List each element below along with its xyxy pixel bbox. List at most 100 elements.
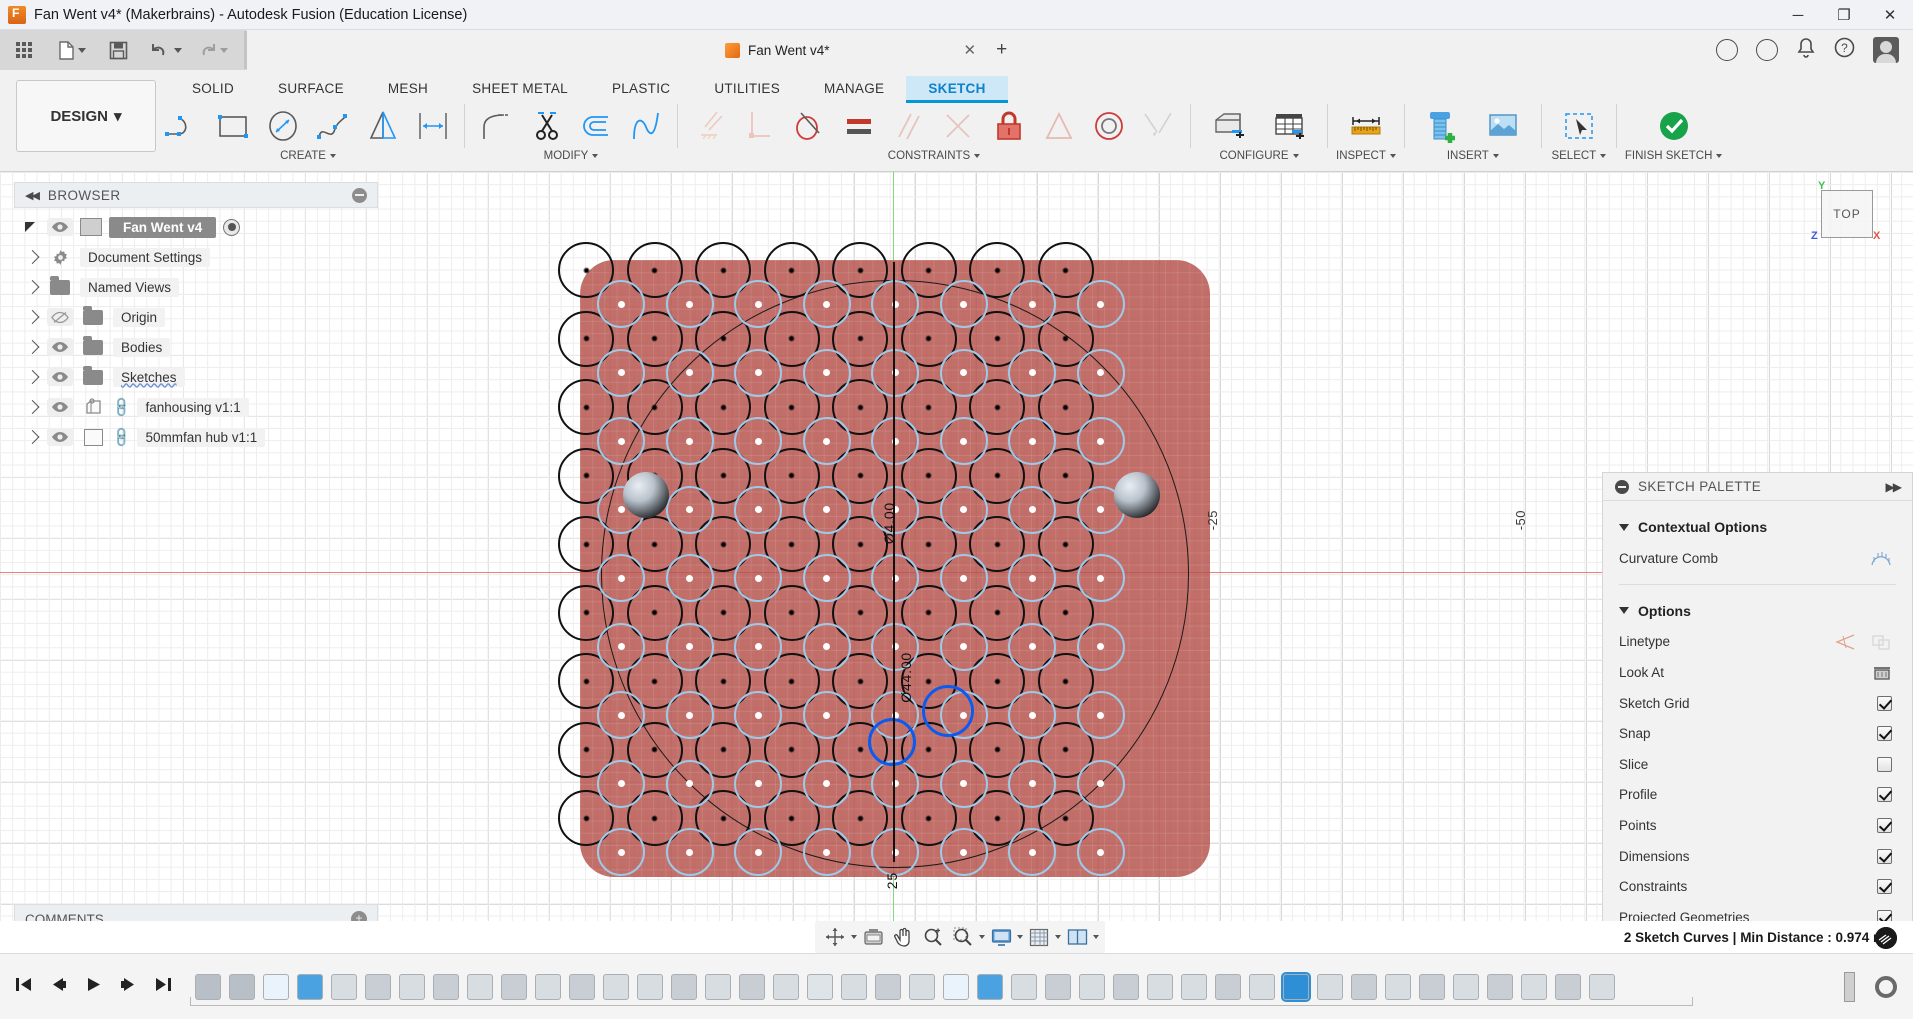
hole-circle-projected[interactable] (940, 828, 988, 876)
browser-item-bodies[interactable]: Bodies (14, 332, 378, 362)
move-feature-icon[interactable] (365, 974, 391, 1000)
move-feature-icon[interactable] (1045, 974, 1071, 1000)
spline-icon[interactable] (310, 102, 356, 150)
mirror-icon[interactable] (360, 102, 406, 150)
triangle-collapsed-icon[interactable] (25, 400, 39, 414)
hole-circle-projected[interactable] (734, 486, 782, 534)
sketch-active-feature-icon[interactable] (1283, 974, 1309, 1000)
hole-circle-projected[interactable] (803, 554, 851, 602)
hole-circle-projected[interactable] (803, 486, 851, 534)
close-button[interactable]: ✕ (1867, 0, 1913, 30)
collapse-left-icon[interactable]: ◀◀ (25, 189, 38, 202)
joint-feature-icon[interactable] (1385, 974, 1411, 1000)
points-checkbox[interactable] (1877, 818, 1892, 833)
tab-plastic[interactable]: PLASTIC (590, 76, 692, 100)
palette-row-profile[interactable]: Profile (1603, 780, 1912, 811)
joint-feature-icon[interactable] (1147, 974, 1173, 1000)
account-avatar[interactable] (1873, 37, 1899, 63)
fillet-icon[interactable] (473, 102, 519, 150)
perpendicular-icon[interactable] (736, 102, 782, 150)
palette-row-snap[interactable]: Snap (1603, 718, 1912, 749)
palette-row-constraints[interactable]: Constraints (1603, 871, 1912, 902)
active-component-radio-icon[interactable] (223, 219, 240, 236)
hole-circle-projected[interactable] (803, 623, 851, 671)
corner-boss-top-left[interactable] (623, 472, 669, 518)
viewports-caret-icon[interactable] (1093, 935, 1099, 939)
jump-start-icon[interactable] (14, 976, 33, 998)
dimensions-checkbox[interactable] (1877, 849, 1892, 864)
redo-caret-icon[interactable] (220, 48, 228, 53)
linetype-construction-icon[interactable] (1870, 633, 1892, 651)
extensions-icon[interactable] (1716, 39, 1738, 61)
display-mode-icon[interactable] (987, 924, 1015, 950)
hole-circle-projected[interactable] (1077, 349, 1125, 397)
hole-circle-projected[interactable] (1008, 349, 1056, 397)
offset-icon[interactable] (573, 102, 619, 150)
hole-circle-projected[interactable] (1008, 623, 1056, 671)
sketch-feature-icon[interactable] (263, 974, 289, 1000)
constraints-checkbox[interactable] (1877, 879, 1892, 894)
grid-snaps-caret-icon[interactable] (1055, 935, 1061, 939)
link-feature-icon[interactable] (195, 974, 221, 1000)
contextual-options-header[interactable]: Contextual Options (1603, 511, 1912, 543)
joint-feature-icon[interactable] (331, 974, 357, 1000)
hole-circle-projected[interactable] (940, 349, 988, 397)
hole-circle-projected[interactable] (666, 760, 714, 808)
hole-circle-projected[interactable] (1077, 691, 1125, 739)
finish-sketch-group-label[interactable]: FINISH SKETCH (1625, 150, 1723, 162)
move-feature-icon[interactable] (1113, 974, 1139, 1000)
play-icon[interactable] (84, 976, 103, 998)
link-feature-icon[interactable] (229, 974, 255, 1000)
joint-feature-icon[interactable] (1453, 974, 1479, 1000)
hole-circle-projected[interactable] (1008, 691, 1056, 739)
tab-mesh[interactable]: MESH (366, 76, 450, 100)
pattern-feature-icon[interactable] (807, 974, 833, 1000)
hole-circle-projected[interactable] (871, 828, 919, 876)
browser-root-label[interactable]: Fan Went v4 (109, 217, 216, 238)
browser-item-sketches[interactable]: Sketches (14, 362, 378, 392)
tab-utilities[interactable]: UTILITIES (692, 76, 802, 100)
select-group-label[interactable]: SELECT (1551, 150, 1606, 162)
move-feature-icon[interactable] (1555, 974, 1581, 1000)
hole-circle-projected[interactable] (734, 828, 782, 876)
hole-circle-projected[interactable] (734, 623, 782, 671)
look-at-icon[interactable] (1872, 663, 1892, 681)
document-tab[interactable]: Fan Went v4* (709, 30, 844, 70)
zoom-icon[interactable] (919, 924, 947, 950)
hole-circle-projected[interactable] (871, 760, 919, 808)
tab-solid[interactable]: SOLID (170, 76, 256, 100)
curve-icon[interactable] (623, 102, 669, 150)
hole-circle-projected[interactable] (734, 760, 782, 808)
configure-group-label[interactable]: CONFIGURE (1220, 150, 1299, 162)
constraints-group-label[interactable]: CONSTRAINTS (888, 150, 980, 162)
joint-feature-icon[interactable] (1317, 974, 1343, 1000)
browser-item-fanhousing[interactable]: 🔗 fanhousing v1:1 (14, 392, 378, 422)
hole-circle-projected[interactable] (666, 691, 714, 739)
move-feature-icon[interactable] (1419, 974, 1445, 1000)
hole-circle-projected[interactable] (734, 691, 782, 739)
sketch-grid-checkbox[interactable] (1877, 696, 1892, 711)
hole-circle-projected[interactable] (1077, 554, 1125, 602)
joint-feature-icon[interactable] (909, 974, 935, 1000)
curvature-comb-icon[interactable] (1870, 549, 1892, 567)
configure-body-icon[interactable] (1199, 102, 1257, 150)
tab-manage[interactable]: MANAGE (802, 76, 906, 100)
hole-circle-projected[interactable] (734, 280, 782, 328)
view-cube-top-face[interactable]: TOP (1821, 190, 1873, 238)
palette-row-linetype[interactable]: Linetype (1603, 627, 1912, 658)
hole-circle-projected[interactable] (666, 828, 714, 876)
move-feature-icon[interactable] (875, 974, 901, 1000)
joint-feature-icon[interactable] (1589, 974, 1615, 1000)
move-feature-icon[interactable] (671, 974, 697, 1000)
display-settings-icon[interactable] (859, 924, 887, 950)
status-mesh-icon[interactable] (1875, 927, 1897, 949)
tab-surface[interactable]: SURFACE (256, 76, 366, 100)
hole-circle-projected[interactable] (871, 417, 919, 465)
line-icon[interactable] (160, 102, 206, 150)
rectangle-icon[interactable] (210, 102, 256, 150)
hole-circle-projected[interactable] (666, 554, 714, 602)
joint-feature-icon[interactable] (841, 974, 867, 1000)
coincident-icon[interactable] (936, 102, 982, 150)
minimize-button[interactable]: ─ (1775, 0, 1821, 30)
maximize-button[interactable]: ❐ (1821, 0, 1867, 30)
